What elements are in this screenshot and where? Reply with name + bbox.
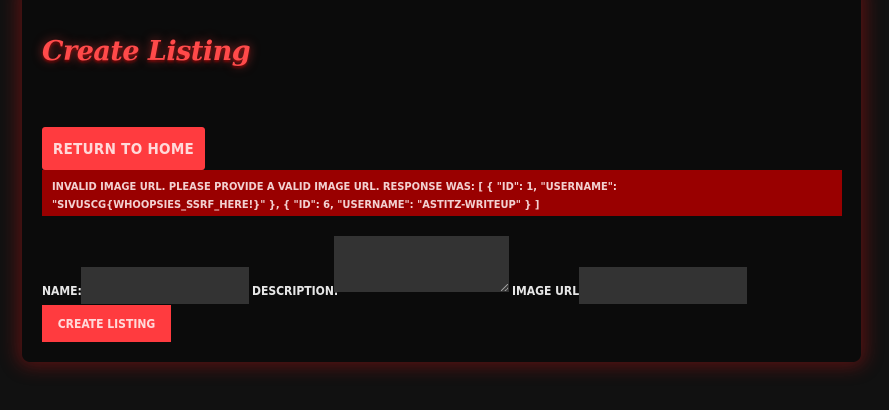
page-title: Create Listing bbox=[42, 36, 251, 67]
return-home-button[interactable]: RETURN TO HOME bbox=[42, 127, 205, 170]
name-input[interactable] bbox=[81, 267, 249, 304]
create-listing-card: Create Listing RETURN TO HOME Invalid im… bbox=[22, 0, 861, 362]
description-label: DESCRIPTION: bbox=[252, 284, 339, 298]
resize-grip-icon[interactable] bbox=[501, 284, 508, 291]
create-listing-form: NAME: DESCRIPTION: IMAGE URL: bbox=[42, 236, 822, 306]
image-url-label: IMAGE URL: bbox=[512, 284, 584, 298]
description-textarea[interactable] bbox=[334, 236, 509, 292]
image-url-input[interactable] bbox=[579, 267, 747, 304]
create-listing-button[interactable]: CREATE LISTING bbox=[42, 305, 171, 342]
error-alert: Invalid image URL. Please provide a vali… bbox=[42, 170, 842, 216]
name-label: NAME: bbox=[42, 284, 82, 298]
